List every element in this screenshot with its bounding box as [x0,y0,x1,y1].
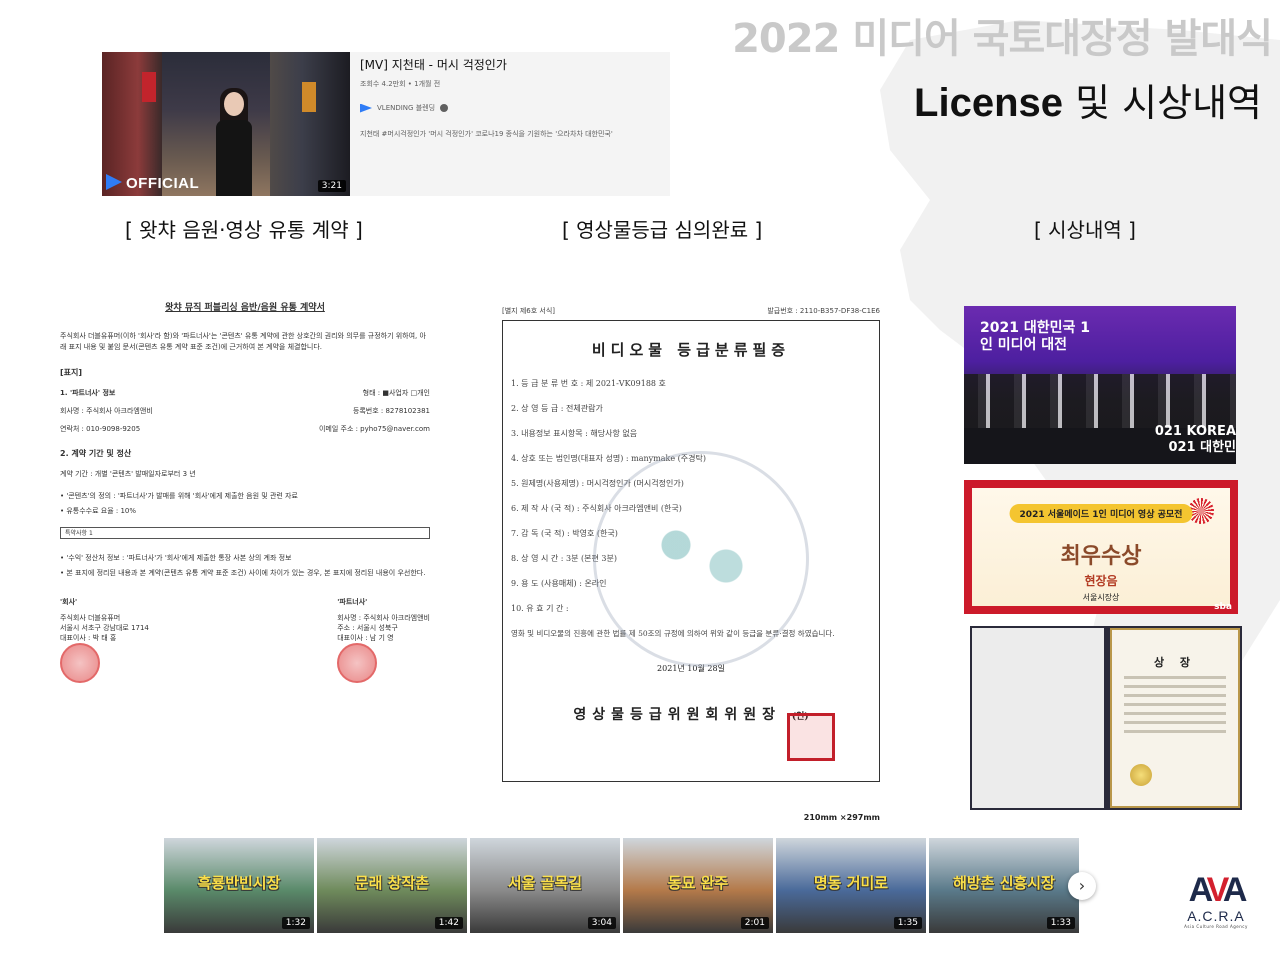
contract-fee: • 유통수수료 요율 : 10% [60,506,137,515]
video-thumbnail[interactable]: OFFICIAL 3:21 [102,52,350,196]
contract-reg-no: 등록번호 : 8278102381 [352,407,430,416]
cert-title: 비디오물 등급분류필증 [591,341,791,359]
cert-item: 2. 상 영 등 급 : 전체관람가 [511,404,603,413]
contract-company: 회사명 : 주식회사 아크라엠앤비 [60,407,153,416]
video-thumbnail[interactable]: 서울 골목길 3:04 [470,838,620,933]
thumbnail-sign [142,72,156,102]
contract-title: 왓챠 뮤직 퍼블리싱 음반/음원 유통 계약서 [165,303,325,313]
thumbnail-title: 동묘 완주 [667,874,729,892]
certificate-heading: 상 장 [1153,656,1197,669]
cert-form-no: [별지 제6호 서식] [502,307,556,315]
partner-seal [337,643,378,684]
folder-right-page: 상 장 [1110,628,1240,808]
contest-name: 2021 서울메이드 1인 미디어 영상 공모전 [1009,504,1193,523]
video-meta: 조회수 4.2만회 • 1개월 전 [360,80,441,88]
official-stamp [787,713,835,761]
thumbnail-sign [302,82,316,112]
company-seal [60,643,100,684]
award-grade: 최우수상 [1060,544,1142,569]
play-icon [106,174,122,190]
video-duration: 1:32 [281,917,310,929]
contract-intro: 주식회사 더블유퓨머(이하 '회사'라 함)와 '파트너사'는 '콘텐츠' 유통… [60,332,426,352]
contract-contact: 연락처 : 010-9098-9205 [60,425,141,434]
caption-contract: [ 왓챠 음원·영상 유통 계약 ] [125,218,363,242]
section-title-en: License [914,81,1064,125]
contract-income: • '수익' 정산처 정보 : '파트너사'가 '회사'에게 제출한 통장 사본… [60,553,292,562]
thumbnail-title: 흑룡반빈시장 [197,874,281,892]
video-duration: 2:01 [740,917,769,929]
contract-cover: [표지] [60,368,83,378]
cert-frame: 비디오물 등급분류필증 1. 등 급 분 류 번 호 : 제 2021-VK09… [502,320,880,782]
cert-size: 210mm ×297mm [803,813,880,822]
acra-logo: AVA A.C.R.A Asia Culture Road Agency [1174,872,1258,938]
award-entry: 현장음 [1084,574,1118,588]
video-thumbnail[interactable]: 문래 창작촌 1:42 [317,838,467,933]
video-thumbnail[interactable]: 흑룡반빈시장 1:32 [164,838,314,933]
video-info: [MV] 지천태 - 머시 걱정인가 조회수 4.2만회 • 1개월 전 VLE… [360,56,666,139]
award-certificate-card: 2021 서울메이드 1인 미디어 영상 공모전 최우수상 현장음 서울시장상 … [964,480,1238,614]
contract-content-def: • '콘텐츠'의 정의 : '파트너사'가 발매를 위해 '회사'에게 제출한 … [60,491,298,500]
contract-email: 이메일 주소 : pyho75@naver.com [318,425,430,434]
rating-board-watermark [593,451,809,667]
contract-document: 왓챠 뮤직 퍼블리싱 음반/음원 유통 계약서 주식회사 더블유퓨머(이하 '회… [60,300,430,800]
video-title[interactable]: [MV] 지천태 - 머시 걱정인가 [360,56,666,73]
video-duration: 1:33 [1046,917,1075,929]
thumbnail-title: 문래 창작촌 [354,874,430,892]
ceremony-banner: 2021 대한민국 1인 미디어 대전 [980,320,1090,353]
award-ceremony-photo: 2021 대한민국 1인 미디어 대전 021 KOREA 021 대한민 [964,306,1236,464]
contract-section1: 1. '파트너사' 정보 [60,389,116,398]
contract-special-box: 특약사항 1 [60,526,430,539]
video-thumbnail[interactable]: 명동 거미로 1:35 [776,838,926,933]
verified-icon [440,104,449,112]
thumbnail-title: 해방촌 신흥시장 [953,874,1055,892]
sba-logo: sba [1214,602,1232,612]
video-description: 지천태 #머시걱정인가 '머시 걱정인가' 코로나19 종식을 기원하는 '으라… [360,130,613,138]
section-title: License 및 시상내역 [914,72,1262,127]
contract-period: 계약 기간 : 개별 '콘텐츠' 발매일자로부터 3 년 [60,470,196,479]
caption-awards: [ 시상내역 ] [1034,218,1136,242]
video-strip: 흑룡반빈시장 1:32 문래 창작촌 1:42 서울 골목길 3:04 동묘 완주 2:01 명… [164,838,1086,933]
channel-name[interactable]: VLENDING 블렌딩 [377,103,435,113]
award-folder-photo: 상 장 [970,626,1242,810]
channel-row[interactable]: VLENDING 블렌딩 [360,103,666,113]
video-thumbnail[interactable]: 동묘 완주 2:01 [623,838,773,933]
cert-item: 1. 등 급 분 류 번 호 : 제 2021-VK09188 호 [511,379,666,388]
acra-name: A.C.R.A [1187,908,1245,924]
video-duration: 1:35 [893,917,922,929]
thumbnail-title: 명동 거미로 [813,874,889,892]
award-presenter: 서울시장상 [1082,593,1120,602]
thumbnail-street-right [270,52,350,196]
gold-medal-icon [1130,764,1152,786]
caption-rating: [ 영상물등급 심의완료 ] [562,218,763,242]
contract-section2: 2. 계약 기간 및 정산 [60,449,132,459]
youtube-video-card[interactable]: OFFICIAL 3:21 [MV] 지천태 - 머시 걱정인가 조회수 4.2… [102,52,670,196]
thumbnail-title: 서울 골목길 [507,874,583,892]
cert-item: 3. 내용정보 표시항목 : 해당사항 없음 [511,429,638,438]
thumbnail-person [214,88,254,196]
contract-conflict: • 본 표지에 정리된 내용과 본 계약(콘텐츠 유통 계약 표준 조건) 사이… [60,569,426,578]
rating-certificate: [별지 제6호 서식] 발급번호 : 2110-B357-DF38-C1E6 비… [502,306,880,822]
cert-issue-no: 발급번호 : 2110-B357-DF38-C1E6 [767,307,880,315]
section-title-ko: 및 시상내역 [1075,81,1262,125]
event-title: 2022 미디어 국토대장정 발대식 [732,16,1273,62]
acra-mark: AVA [1188,871,1248,909]
official-badge: OFFICIAL [106,174,199,192]
contract-signatures: '회사' 주식회사 더블유퓨머 서울시 서초구 강남대로 1714 대표이사 :… [60,597,430,685]
ceremony-banner-sub: 021 KOREA 021 대한민 [1154,424,1236,455]
acra-tagline: Asia Culture Road Agency [1184,924,1248,929]
video-duration: 1:42 [434,917,463,929]
video-duration: 3:04 [587,917,616,929]
video-duration: 3:21 [317,180,346,192]
next-arrow-icon[interactable]: › [1068,872,1096,900]
folder-left-page [972,628,1104,808]
channel-icon [360,103,372,113]
video-thumbnail[interactable]: 해방촌 신흥시장 1:33 [929,838,1079,933]
